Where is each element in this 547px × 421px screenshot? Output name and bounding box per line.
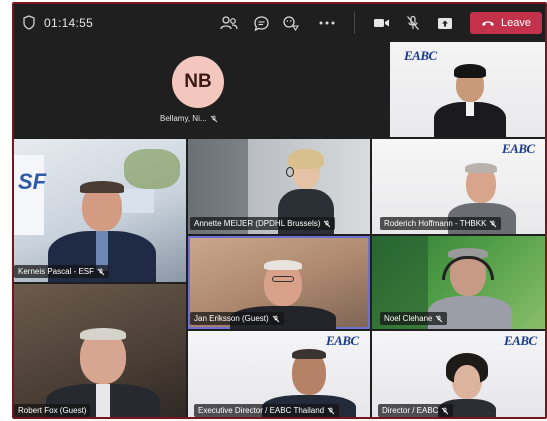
- mic-muted-icon: [272, 315, 280, 322]
- chat-button[interactable]: [250, 13, 272, 33]
- participant-name: Roderich Hoffmann - THBKK: [380, 217, 502, 230]
- participant-name-text: Annette MEIJER (DPDHL Brussels): [194, 219, 321, 228]
- participant-name: Noel Clehane: [380, 312, 448, 325]
- logo-text: EABC: [502, 141, 535, 156]
- participant-tile-director[interactable]: EABC Director / EABC: [372, 331, 545, 417]
- people-icon: [220, 16, 238, 30]
- toolbar-divider: [354, 12, 355, 34]
- mic-muted-icon: [97, 268, 105, 275]
- mic-muted-icon: [324, 220, 331, 227]
- participant-name-text: Director / EABC: [382, 406, 439, 415]
- share-icon: [438, 17, 452, 29]
- chat-icon: [253, 15, 269, 31]
- share-button[interactable]: [434, 13, 456, 33]
- participant-name: Annette MEIJER (DPDHL Brussels): [190, 217, 336, 230]
- logo-text: EABC: [326, 333, 359, 348]
- participant-name-text: Roderich Hoffmann - THBKK: [384, 219, 487, 228]
- camera-icon: [373, 19, 389, 27]
- participant-tile-young-man[interactable]: EABC: [390, 42, 545, 137]
- participant-name: Director / EABC: [378, 404, 454, 417]
- participant-name-text: Robert Fox (Guest): [18, 406, 87, 415]
- eabc-logo: EABC: [326, 333, 359, 349]
- meeting-timer: 01:14:55: [44, 16, 94, 30]
- phone-icon: [482, 20, 494, 26]
- participant-tile-roderich[interactable]: EABC Roderich Hoffmann - THBKK: [372, 139, 545, 234]
- participant-name: Executive Director / EABC Thailand: [194, 404, 340, 417]
- shield-icon: [23, 15, 35, 30]
- participant-name-text: Bellamy, Ni...: [160, 114, 207, 123]
- more-icon: [319, 21, 335, 25]
- leave-label: Leave: [501, 17, 531, 29]
- participant-name: Robert Fox (Guest): [14, 404, 91, 417]
- avatar: NB: [172, 56, 224, 108]
- participant-tile-kerneis[interactable]: SF Kerneis Pascal - ESF: [14, 139, 186, 282]
- mic-muted-icon: [442, 407, 449, 414]
- more-options-button[interactable]: [316, 13, 338, 33]
- participant-name: Kerneis Pascal - ESF: [14, 265, 110, 278]
- participant-name-text: Noel Clehane: [384, 314, 433, 323]
- eabc-logo: EABC: [404, 48, 437, 64]
- mic-toggle[interactable]: [402, 13, 424, 33]
- teams-meeting-window: 01:14:55 Leave NB Bellamy, Ni... EABC SF…: [12, 2, 547, 419]
- camera-toggle[interactable]: [370, 13, 392, 33]
- mic-muted-icon: [436, 315, 443, 322]
- participant-name-text: Kerneis Pascal - ESF: [18, 267, 95, 276]
- participant-tile-executive-director[interactable]: EABC Executive Director / EABC Thailand: [188, 331, 370, 417]
- participant-tile-jan[interactable]: Jan Eriksson (Guest): [188, 236, 370, 329]
- mic-muted-icon: [490, 220, 497, 227]
- participant-tile-bellamy[interactable]: NB Bellamy, Ni...: [14, 42, 388, 137]
- people-button[interactable]: [218, 13, 240, 33]
- participant-name-text: Jan Eriksson (Guest): [194, 314, 269, 323]
- reactions-icon: [283, 15, 299, 31]
- mic-muted-icon: [407, 15, 419, 30]
- logo-text: EABC: [404, 48, 437, 63]
- participant-tile-robert[interactable]: Robert Fox (Guest): [14, 284, 186, 417]
- leave-button[interactable]: Leave: [470, 12, 542, 34]
- eabc-logo: EABC: [504, 333, 537, 349]
- participant-tile-noel[interactable]: Noel Clehane: [372, 236, 545, 329]
- reactions-button[interactable]: [280, 13, 302, 33]
- logo-text: EABC: [504, 333, 537, 348]
- participant-tile-annette[interactable]: Annette MEIJER (DPDHL Brussels): [188, 139, 370, 234]
- meeting-toolbar: 01:14:55 Leave: [14, 4, 545, 42]
- eabc-logo: EABC: [502, 141, 535, 157]
- mic-muted-icon: [327, 407, 335, 414]
- participant-name: Jan Eriksson (Guest): [190, 312, 284, 325]
- participant-name-text: Executive Director / EABC Thailand: [198, 406, 325, 415]
- participant-name: Bellamy, Ni...: [160, 114, 218, 123]
- mic-muted-icon: [210, 115, 217, 122]
